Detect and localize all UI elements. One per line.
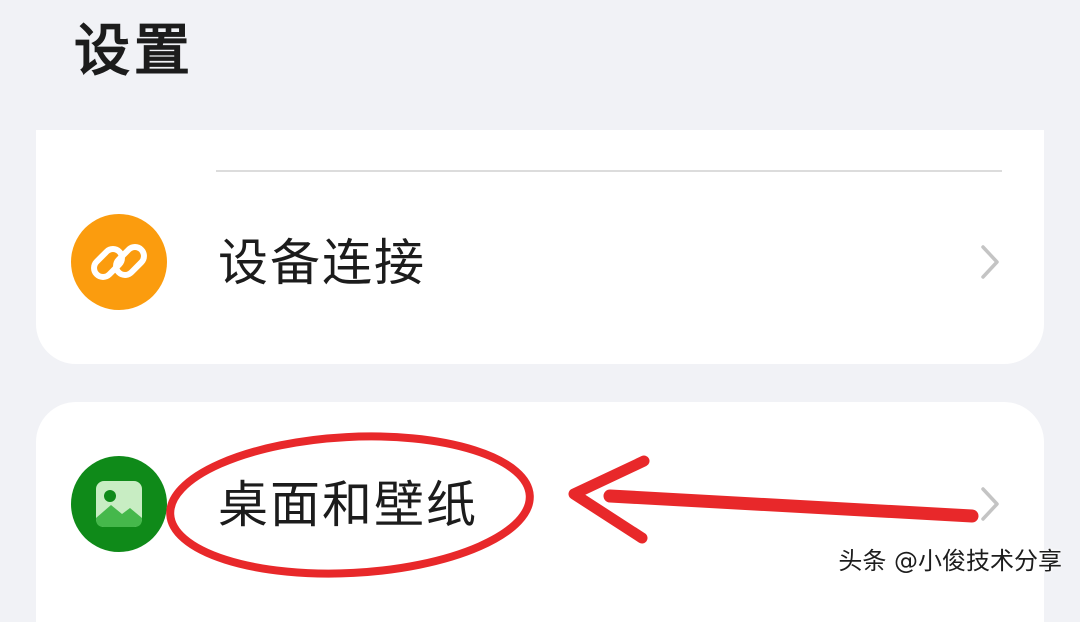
- link-icon: [71, 214, 167, 310]
- setting-label-device-connection: 设备连接: [218, 234, 426, 292]
- chevron-right-icon: [978, 243, 1002, 285]
- setting-label-desktop-wallpaper: 桌面和壁纸: [218, 476, 478, 534]
- settings-card-connections: 设备连接: [36, 130, 1044, 364]
- setting-row-device-connection[interactable]: 设备连接: [36, 202, 1044, 322]
- divider: [216, 170, 1002, 172]
- image-icon: [71, 456, 167, 552]
- page-title: 设置: [74, 19, 194, 84]
- watermark: 头条 @小俊技术分享: [838, 547, 1062, 575]
- settings-card-display: 桌面和壁纸: [36, 402, 1044, 622]
- chevron-right-icon: [978, 485, 1002, 527]
